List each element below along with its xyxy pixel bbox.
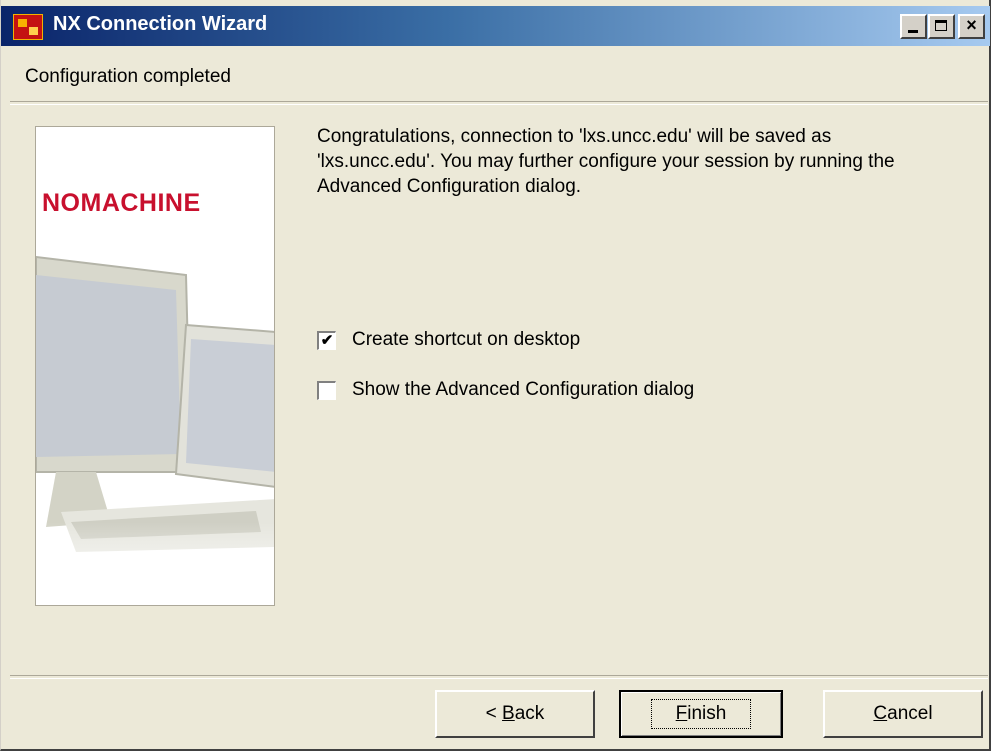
create-shortcut-label: Create shortcut on desktop [352, 329, 581, 350]
monitors-illustration [36, 255, 274, 605]
maximize-button[interactable] [928, 14, 955, 39]
footer-divider [10, 675, 988, 679]
completion-message: Congratulations, connection to 'lxs.uncc… [317, 126, 895, 197]
close-button[interactable]: × [958, 14, 985, 39]
create-shortcut-checkbox[interactable]: ✔ [317, 330, 336, 350]
nx-app-icon[interactable] [13, 14, 43, 40]
maximize-icon [935, 20, 947, 31]
window-title: NX Connection Wizard [53, 13, 268, 35]
show-advanced-checkbox[interactable] [317, 380, 336, 400]
create-shortcut-option[interactable]: ✔ Create shortcut on desktop [317, 329, 580, 351]
show-advanced-option[interactable]: Show the Advanced Configuration dialog [317, 379, 694, 401]
page-title: Configuration completed [25, 66, 231, 87]
back-label: < Back [485, 703, 545, 724]
wizard-window: NX Connection Wizard × Configuration com… [0, 0, 991, 751]
finish-button[interactable]: Finish [619, 690, 783, 738]
title-bar[interactable]: NX Connection Wizard × [1, 6, 990, 46]
minimize-icon [908, 30, 918, 33]
brand-panel: NOMACHINE [35, 126, 275, 606]
cancel-label: Cancel [873, 703, 933, 724]
finish-label: Finish [650, 699, 752, 729]
back-button[interactable]: < Back [435, 690, 595, 738]
minimize-button[interactable] [900, 14, 927, 39]
show-advanced-label: Show the Advanced Configuration dialog [352, 379, 695, 400]
header-divider [10, 101, 988, 105]
close-icon: × [966, 15, 977, 35]
cancel-button[interactable]: Cancel [823, 690, 983, 738]
